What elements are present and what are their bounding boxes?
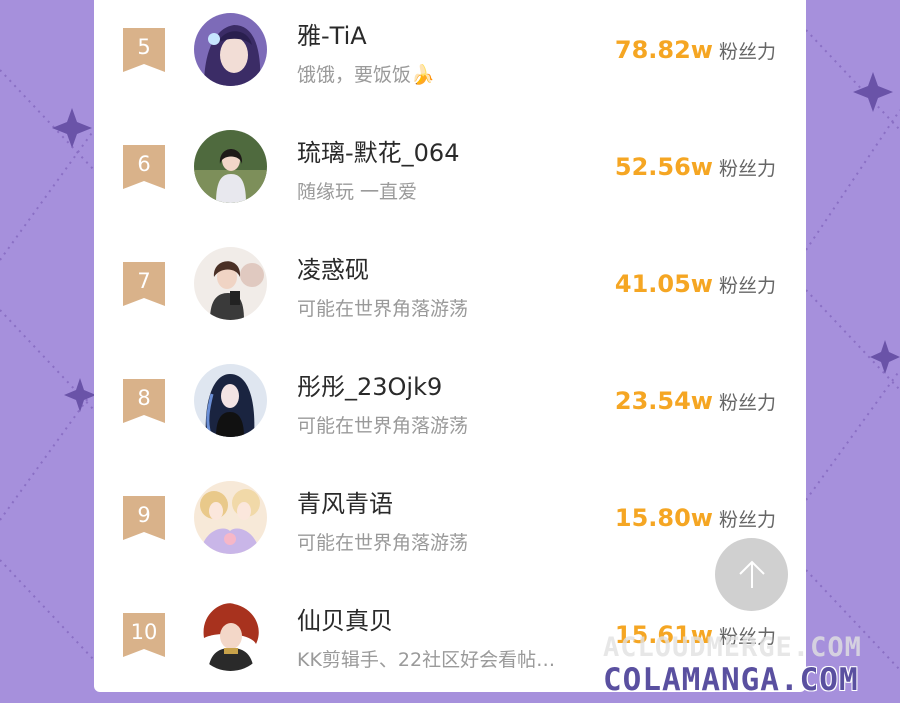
- fans-label: 粉丝力: [718, 509, 776, 531]
- ranking-list-card: 5 雅-TiA 饿饿，要饭饭🍌 78.82w 粉丝力 6 琉璃-默花_064 随…: [94, 0, 806, 692]
- avatar[interactable]: [194, 247, 267, 320]
- ranking-row[interactable]: 7 凌惑砚 可能在世界角落游荡 41.05w 粉丝力: [94, 234, 806, 351]
- username[interactable]: 凌惑砚: [297, 250, 369, 285]
- ranking-row[interactable]: 5 雅-TiA 饿饿，要饭饭🍌 78.82w 粉丝力: [94, 0, 806, 117]
- watermark-line-1: ACLOUDMERGE.COM: [603, 632, 862, 663]
- fans-power: 41.05w 粉丝力: [615, 270, 776, 298]
- fans-value: 41.05w: [614, 270, 713, 298]
- fans-power: 23.54w 粉丝力: [615, 387, 776, 415]
- fans-value: 15.80w: [614, 504, 713, 532]
- rank-badge: 9: [123, 496, 165, 540]
- user-bio: 可能在世界角落游荡: [297, 415, 469, 437]
- fans-label: 粉丝力: [718, 41, 776, 63]
- fans-power: 78.82w 粉丝力: [615, 36, 776, 64]
- avatar[interactable]: [194, 364, 267, 437]
- watermark-line-2: COLAMANGA.COM: [603, 662, 859, 698]
- avatar[interactable]: [194, 130, 267, 203]
- rank-badge: 5: [123, 28, 165, 72]
- username[interactable]: 彤彤_23Ojk9: [297, 367, 442, 402]
- ranking-row[interactable]: 6 琉璃-默花_064 随缘玩 一直爱 52.56w 粉丝力: [94, 117, 806, 234]
- username[interactable]: 青风青语: [297, 484, 393, 519]
- username[interactable]: 琉璃-默花_064: [297, 133, 459, 168]
- fans-label: 粉丝力: [718, 158, 776, 180]
- user-bio: 可能在世界角落游荡: [297, 532, 469, 554]
- fans-label: 粉丝力: [718, 392, 776, 414]
- user-bio: KK剪辑手、22社区好会看帖…: [297, 649, 556, 671]
- ranking-row[interactable]: 9 青风青语 可能在世界角落游荡 15.80w 粉丝力: [94, 468, 806, 585]
- rank-badge: 10: [123, 613, 165, 657]
- user-bio: 饿饿，要饭饭🍌: [297, 64, 435, 86]
- user-bio: 可能在世界角落游荡: [297, 298, 469, 320]
- fans-power: 52.56w 粉丝力: [615, 153, 776, 181]
- arrow-up-icon: [738, 560, 765, 588]
- avatar[interactable]: [194, 13, 267, 86]
- avatar[interactable]: [194, 481, 267, 554]
- fans-value: 52.56w: [614, 153, 713, 181]
- username[interactable]: 仙贝真贝: [297, 601, 393, 636]
- rank-badge: 6: [123, 145, 165, 189]
- ranking-row[interactable]: 8 彤彤_23Ojk9 可能在世界角落游荡 23.54w 粉丝力: [94, 351, 806, 468]
- rank-badge: 8: [123, 379, 165, 423]
- fans-power: 15.80w 粉丝力: [615, 504, 776, 532]
- user-bio: 随缘玩 一直爱: [297, 181, 418, 203]
- username[interactable]: 雅-TiA: [297, 16, 367, 51]
- fans-value: 78.82w: [614, 36, 713, 64]
- rank-badge: 7: [123, 262, 165, 306]
- fans-label: 粉丝力: [718, 275, 776, 297]
- back-to-top-button[interactable]: [715, 538, 788, 611]
- avatar[interactable]: [194, 598, 267, 671]
- fans-value: 23.54w: [614, 387, 713, 415]
